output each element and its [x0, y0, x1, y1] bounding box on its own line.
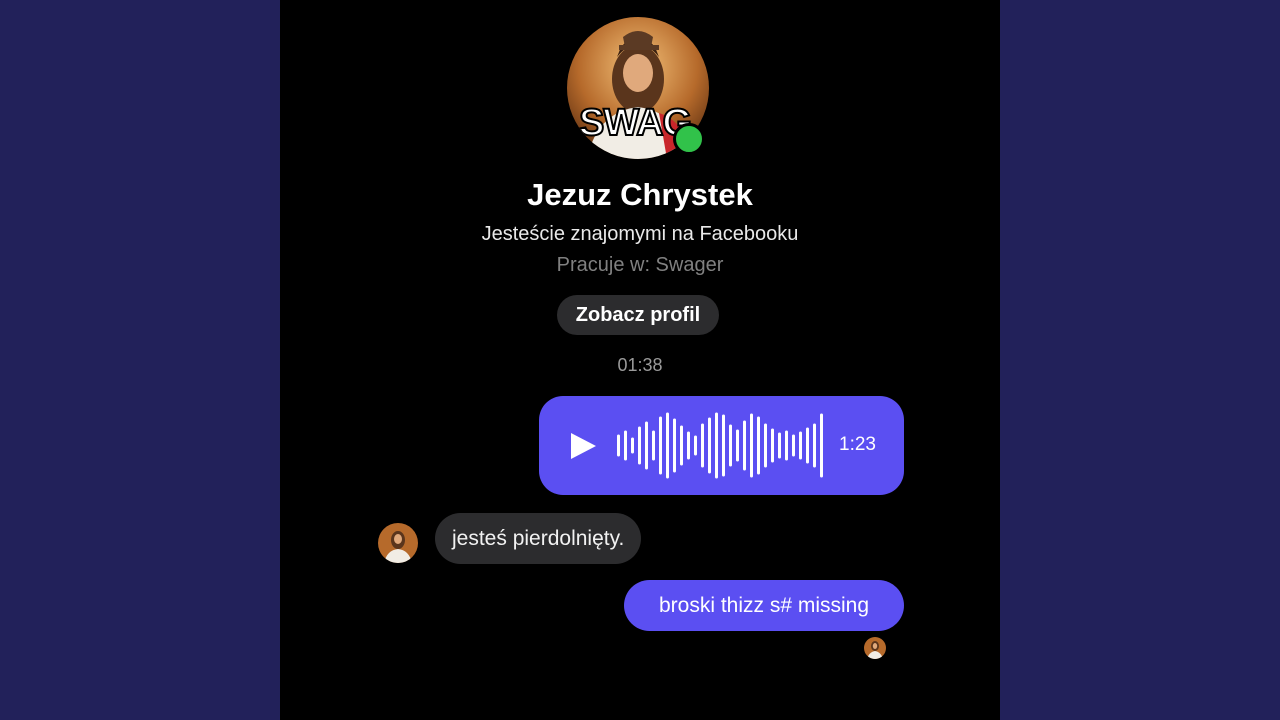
waveform-bar — [666, 412, 669, 479]
incoming-message-bubble[interactable]: jesteś pierdolnięty. — [435, 513, 642, 564]
waveform-bar — [813, 423, 816, 468]
waveform-bar — [624, 430, 627, 461]
waveform-bar — [729, 424, 732, 467]
waveform-bar — [799, 431, 802, 460]
view-profile-button[interactable]: Zobacz profil — [557, 295, 719, 335]
contact-name: Jezuz Chrystek — [527, 177, 753, 212]
voice-message-bubble[interactable]: 1:23 — [539, 396, 904, 495]
avatar-image — [864, 637, 886, 659]
avatar-image — [378, 523, 418, 563]
messenger-chat-screen: SWAG Jezuz Chrystek Jesteście znajomymi … — [280, 0, 1000, 720]
waveform-bar — [673, 418, 676, 473]
play-icon[interactable] — [569, 432, 597, 460]
waveform-bar — [617, 434, 620, 457]
waveform-bar — [694, 435, 697, 456]
waveform-bar — [736, 429, 739, 462]
waveform-bar — [792, 434, 795, 457]
seen-receipt-avatar — [864, 637, 886, 659]
conversation-timestamp: 01:38 — [617, 355, 663, 375]
waveform-bar — [722, 414, 725, 477]
waveform-bar — [715, 412, 718, 479]
waveform-bar — [708, 417, 711, 474]
audio-waveform — [617, 412, 823, 479]
waveform-bar — [785, 430, 788, 461]
waveform-bar — [750, 413, 753, 478]
waveform-bar — [806, 427, 809, 464]
waveform-bar — [687, 431, 690, 460]
waveform-bar — [680, 425, 683, 466]
waveform-bar — [764, 423, 767, 468]
waveform-bar — [659, 416, 662, 475]
waveform-bar — [743, 420, 746, 471]
waveform-bar — [701, 423, 704, 468]
waveform-bar — [820, 413, 823, 478]
waveform-bar — [757, 416, 760, 475]
contact-small-avatar[interactable] — [378, 523, 418, 563]
waveform-bar — [638, 426, 641, 465]
waveform-bar — [645, 421, 648, 470]
online-status-indicator — [673, 123, 705, 155]
waveform-bar — [778, 432, 781, 459]
outgoing-message-bubble[interactable]: broski thizz s# missing — [624, 580, 904, 631]
waveform-bar — [631, 437, 634, 454]
voice-duration: 1:23 — [839, 434, 876, 455]
waveform-bar — [771, 428, 774, 463]
work-info-text: Pracuje w: Swager — [556, 254, 724, 276]
waveform-bar — [652, 430, 655, 461]
friend-status-text: Jesteście znajomymi na Facebooku — [481, 223, 799, 245]
